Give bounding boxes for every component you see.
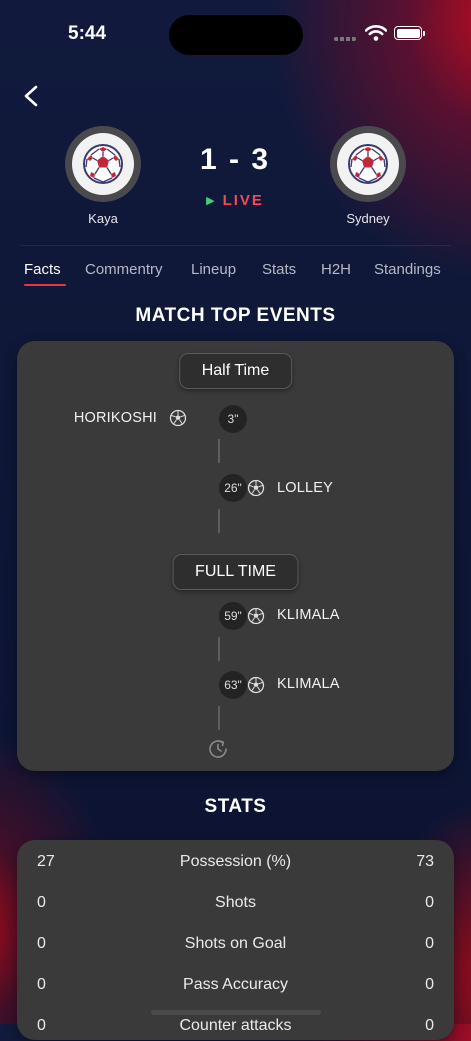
event-player-horikoshi: HORIKOSHI — [73, 410, 157, 426]
stat-name: Shots on Goal — [184, 935, 287, 952]
timeline-line — [218, 439, 220, 463]
active-tab-indicator — [24, 284, 66, 286]
stat-row: 0 Counter attacks 0 — [17, 1017, 454, 1041]
tab-lineup[interactable]: Lineup — [191, 261, 236, 278]
events-card: Half Time HORIKOSHI 3" 26" LOLLEY FULL T… — [17, 341, 454, 771]
event-minute: 59" — [219, 602, 247, 630]
stat-away-value: 0 — [425, 935, 434, 952]
stat-row: 0 Shots 0 — [17, 894, 454, 918]
timeline-line — [218, 706, 220, 730]
soccer-ball-icon — [247, 479, 265, 497]
tab-standings[interactable]: Standings — [374, 261, 441, 278]
tab-h2h[interactable]: H2H — [321, 261, 351, 278]
stat-name: Counter attacks — [179, 1017, 292, 1034]
home-team[interactable]: Kaya — [65, 126, 141, 226]
stat-name: Shots — [215, 894, 256, 911]
clock-refresh-icon — [209, 740, 227, 758]
match-tabs: Facts Commentry Lineup Stats H2H Standin… — [0, 258, 471, 290]
stat-away-value: 73 — [416, 853, 434, 870]
soccer-ball-icon — [169, 409, 187, 427]
battery-icon — [394, 26, 425, 40]
status-bar: 5:44 — [0, 0, 471, 60]
event-minute: 63" — [219, 671, 247, 699]
header-divider — [20, 245, 451, 246]
timeline-line — [218, 509, 220, 533]
dynamic-island — [169, 15, 303, 55]
home-indicator[interactable] — [151, 1010, 321, 1015]
match-score: 1 - 3 — [199, 143, 271, 176]
play-icon: ▶ — [206, 195, 217, 207]
home-team-crest — [65, 126, 141, 202]
away-team[interactable]: Sydney — [330, 126, 406, 226]
away-team-name: Sydney — [346, 211, 390, 226]
home-team-name: Kaya — [88, 211, 118, 226]
stat-away-value: 0 — [425, 976, 434, 993]
soccer-ball-icon — [247, 676, 265, 694]
event-player-lolley: LOLLEY — [277, 480, 334, 496]
stat-name: Possession (%) — [179, 853, 292, 870]
tab-stats[interactable]: Stats — [262, 261, 296, 278]
soccer-ball-logo-icon — [83, 144, 123, 184]
cellular-signal-icon — [334, 37, 356, 41]
stat-row: 0 Pass Accuracy 0 — [17, 976, 454, 1000]
half-time-label: Half Time — [178, 353, 293, 389]
timeline-line — [218, 637, 220, 661]
stats-title: STATS — [204, 796, 267, 817]
event-player-klimala: KLIMALA — [277, 607, 340, 623]
stat-row: 0 Shots on Goal 0 — [17, 935, 454, 959]
event-minute: 26" — [219, 474, 247, 502]
full-time-label: FULL TIME — [172, 554, 299, 590]
away-team-crest — [330, 126, 406, 202]
event-minute: 3" — [219, 405, 247, 433]
live-label: LIVE — [222, 192, 264, 209]
back-arrow-icon[interactable] — [20, 84, 44, 108]
events-title: MATCH TOP EVENTS — [135, 305, 336, 326]
stat-name: Pass Accuracy — [183, 976, 288, 993]
tab-commentry[interactable]: Commentry — [85, 261, 163, 278]
tab-facts[interactable]: Facts — [24, 261, 61, 278]
event-player-klimala: KLIMALA — [277, 676, 340, 692]
stat-away-value: 0 — [425, 894, 434, 911]
soccer-ball-icon — [247, 607, 265, 625]
stat-away-value: 0 — [425, 1017, 434, 1034]
soccer-ball-logo-icon — [348, 144, 388, 184]
status-time: 5:44 — [68, 23, 107, 44]
live-status: ▶ LIVE — [180, 192, 290, 209]
wifi-icon — [365, 25, 387, 41]
stat-row: 27 Possession (%) 73 — [17, 853, 454, 877]
